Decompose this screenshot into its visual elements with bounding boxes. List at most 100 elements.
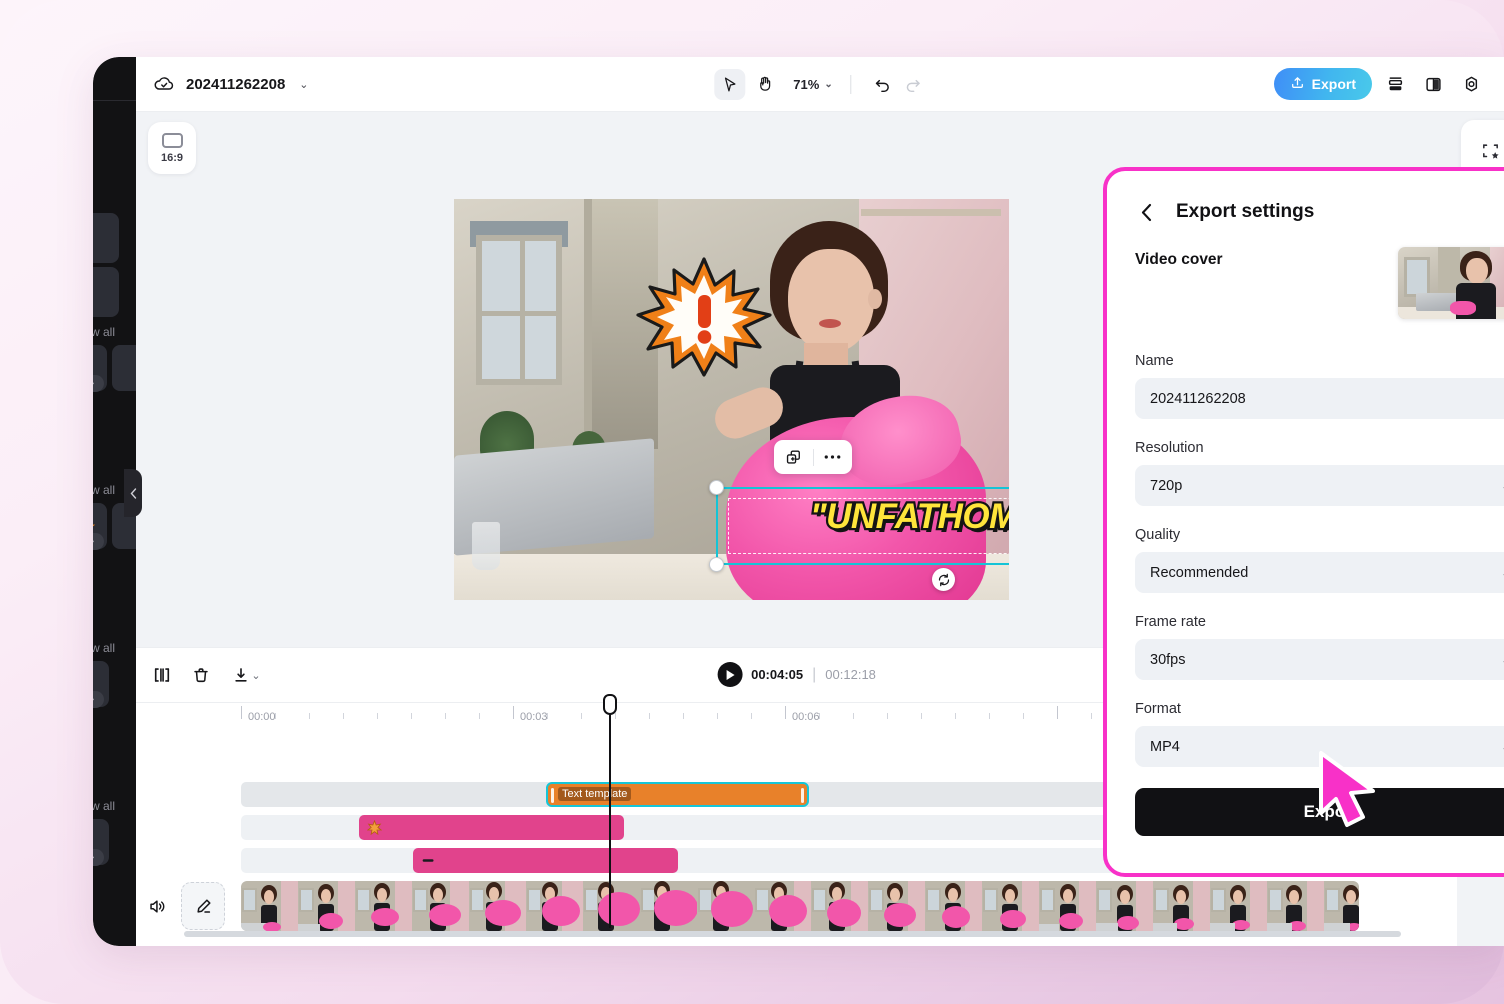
- filmstrip-frame: [469, 881, 526, 931]
- filmstrip-frame: [298, 881, 355, 931]
- list-item[interactable]: [93, 213, 119, 263]
- view-all-link[interactable]: w all: [93, 325, 136, 339]
- filmstrip-frame: [1210, 881, 1267, 931]
- field-value: 202411262208: [1150, 390, 1246, 407]
- trim-handle-left[interactable]: [551, 788, 554, 803]
- filmstrip-frame: [754, 881, 811, 931]
- mute-toggle-button[interactable]: [144, 893, 170, 919]
- undo-icon: [875, 79, 889, 92]
- playhead-handle[interactable]: [603, 694, 617, 715]
- duplicate-button[interactable]: [774, 449, 813, 466]
- list-item[interactable]: [93, 267, 119, 317]
- field-resolution: Resolution 720p ⌄: [1135, 440, 1504, 506]
- project-selector[interactable]: 202411262208 ⌄: [136, 73, 309, 95]
- zoom-control[interactable]: 71% ⌄: [793, 77, 832, 92]
- redo-icon: [906, 79, 920, 92]
- left-sidebar-section-3: w all Y ❯: [93, 325, 136, 392]
- filmstrip-frame: [1096, 881, 1153, 931]
- redo-button[interactable]: [900, 71, 926, 97]
- filmstrip-frame: [1267, 881, 1324, 931]
- chevron-left-icon: [1141, 203, 1151, 221]
- cloud-check-icon: [153, 73, 175, 95]
- more-options-button[interactable]: [814, 454, 853, 460]
- export-button[interactable]: Export: [1273, 68, 1372, 100]
- filmstrip-frame: [526, 881, 583, 931]
- filmstrip-frame: [241, 881, 298, 931]
- filmstrip-frame: [412, 881, 469, 931]
- exclamation-burst-sticker[interactable]: [636, 257, 772, 377]
- delete-button[interactable]: [186, 660, 216, 690]
- aspect-ratio-button[interactable]: 16:9: [148, 122, 196, 174]
- pencil-icon: [196, 898, 211, 913]
- canvas-text-overlay[interactable]: "UNFATHOMABLE": [808, 495, 1009, 539]
- frame-rate-select[interactable]: 30fps ⌄: [1135, 639, 1504, 680]
- left-sidebar-section-1: [93, 207, 136, 263]
- divider: [93, 100, 136, 101]
- quality-select[interactable]: Recommended ⌄: [1135, 552, 1504, 593]
- top-right-actions: Export: [1273, 68, 1486, 100]
- panel-header: Export settings: [1135, 201, 1504, 223]
- timeline-scrollbar[interactable]: [184, 931, 1401, 937]
- filmstrip-frame: [1039, 881, 1096, 931]
- filmstrip-frame: [811, 881, 868, 931]
- rectangle-icon: [161, 132, 183, 148]
- sidebar-collapse-button[interactable]: [124, 469, 142, 517]
- list-item[interactable]: [111, 345, 136, 391]
- back-button[interactable]: [1135, 201, 1157, 223]
- gear-icon: [1465, 76, 1477, 91]
- hand-icon: [759, 76, 770, 91]
- download-options-chevron[interactable]: ⌄: [248, 660, 264, 690]
- resize-handle-bottom-left[interactable]: [709, 557, 724, 572]
- field-frame-rate: Frame rate 30fps ⌄: [1135, 614, 1504, 680]
- field-label: Name: [1135, 353, 1174, 369]
- video-preview[interactable]: "UNFATHOMABLE": [454, 199, 1009, 600]
- layers-button[interactable]: [1380, 69, 1410, 99]
- view-all-link[interactable]: w all: [93, 641, 136, 655]
- timeline-clip-text[interactable]: [413, 848, 678, 873]
- scene-glass: [472, 522, 500, 570]
- hand-tool-button[interactable]: [749, 69, 780, 100]
- playhead[interactable]: [603, 694, 617, 928]
- upload-icon: [1290, 75, 1305, 93]
- timeline-clip-sticker[interactable]: [359, 815, 624, 840]
- ruler-label: 00:03: [520, 711, 548, 723]
- total-duration: 00:12:18: [825, 667, 876, 682]
- play-icon: [726, 669, 735, 680]
- field-label: Frame rate: [1135, 614, 1206, 630]
- canvas-tools: 71% ⌄: [714, 68, 926, 100]
- resize-handle-top-left[interactable]: [709, 480, 724, 495]
- video-cover-thumbnail[interactable]: [1398, 247, 1504, 319]
- name-input[interactable]: 202411262208: [1135, 378, 1504, 419]
- video-filmstrip[interactable]: [241, 881, 1359, 931]
- settings-button[interactable]: [1456, 69, 1486, 99]
- split-view-button[interactable]: [1418, 69, 1448, 99]
- resolution-select[interactable]: 720p ⌄: [1135, 465, 1504, 506]
- export-button-label: Export: [1311, 76, 1356, 92]
- edit-track-button[interactable]: [181, 882, 225, 930]
- rotate-icon: [938, 573, 949, 586]
- timeline-clip-text-template[interactable]: Text template: [546, 782, 809, 807]
- trash-icon: [194, 668, 208, 683]
- trim-handle-right[interactable]: [801, 788, 804, 803]
- filmstrip-frame: [982, 881, 1039, 931]
- undo-button[interactable]: [870, 71, 896, 97]
- current-time: 00:04:05: [751, 667, 804, 682]
- text-selection-box[interactable]: "UNFATHOMABLE": [709, 480, 1009, 572]
- left-sidebar-section-5: w all ! ❯: [93, 641, 136, 708]
- scene-window: [476, 235, 562, 385]
- play-button[interactable]: [717, 662, 743, 687]
- field-value: MP4: [1150, 738, 1180, 755]
- split-clip-button[interactable]: [147, 660, 177, 690]
- field-label: Format: [1135, 701, 1181, 717]
- more-horizontal-icon: [824, 455, 841, 459]
- field-label: Quality: [1135, 527, 1181, 543]
- page-title: Export settings: [1176, 201, 1315, 222]
- video-track-row: [136, 881, 1457, 931]
- rotate-handle[interactable]: [932, 568, 955, 591]
- view-all-link[interactable]: w all: [93, 799, 136, 813]
- clip-thumbnail: [420, 852, 437, 869]
- mouse-pointer-icon: [1319, 751, 1375, 827]
- select-tool-button[interactable]: [714, 68, 746, 100]
- field-quality: Quality Recommended ⌄: [1135, 527, 1504, 593]
- top-toolbar: 202411262208 ⌄ 71% ⌄ Export: [136, 57, 1504, 112]
